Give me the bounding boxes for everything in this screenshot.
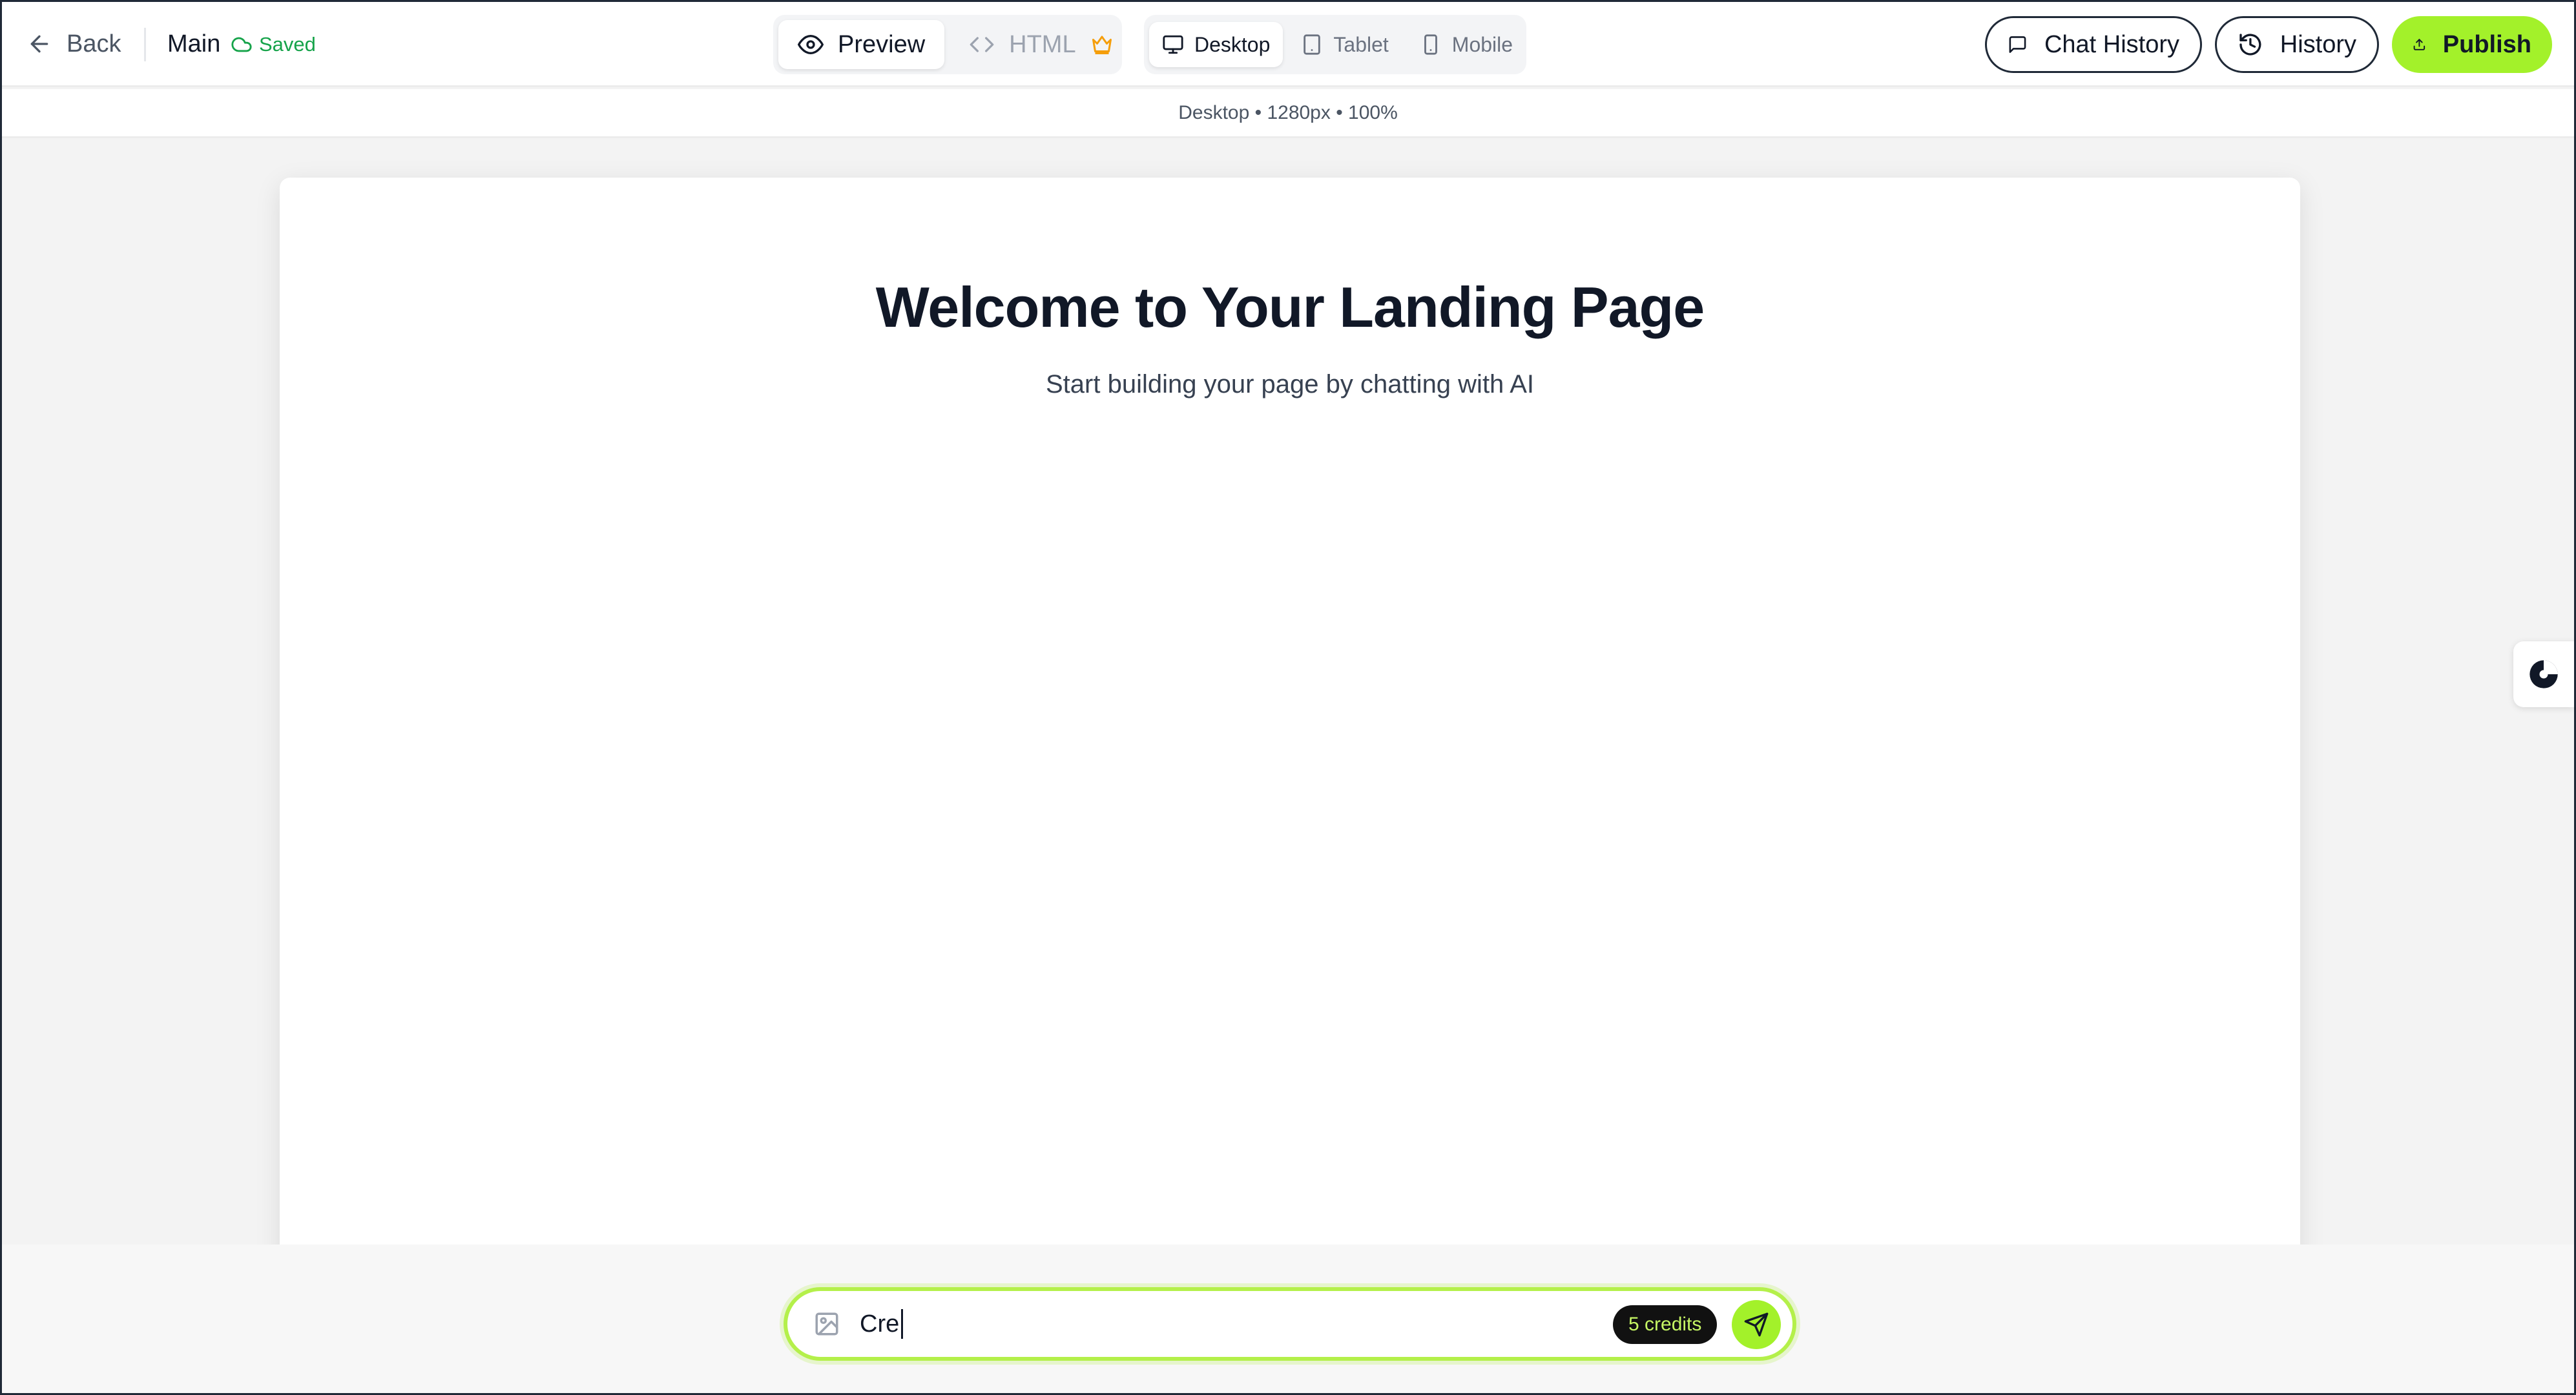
back-label: Back [67, 30, 121, 57]
send-icon [1744, 1312, 1769, 1337]
app-window: Back Main Saved Preview HTML Desktop Tab… [0, 0, 2576, 1395]
text-caret [901, 1309, 903, 1339]
device-toggle: Desktop Tablet Mobile [1144, 15, 1526, 74]
publish-button[interactable]: Publish [2392, 16, 2552, 73]
send-button[interactable] [1732, 1300, 1781, 1349]
hero-title: Welcome to Your Landing Page [875, 275, 1705, 339]
html-tab[interactable]: HTML [950, 20, 1132, 69]
preview-label: Preview [838, 30, 926, 58]
chat-history-button[interactable]: Chat History [1985, 16, 2202, 73]
upload-icon [2413, 39, 2425, 50]
viewport-info: Desktop • 1280px • 100% [2, 89, 2574, 138]
back-button[interactable]: Back [26, 25, 121, 63]
view-toggle: Preview HTML [773, 15, 1122, 74]
arrow-left-icon [30, 35, 48, 53]
monitor-icon [1163, 35, 1183, 54]
chat-composer: 5 credits [784, 1287, 1796, 1361]
desktop-label: Desktop [1194, 32, 1271, 56]
divider [144, 28, 146, 61]
tablet-label: Tablet [1333, 32, 1389, 56]
publish-label: Publish [2442, 30, 2531, 58]
save-status: Saved [231, 28, 316, 61]
tablet-icon [1304, 34, 1321, 55]
image-icon[interactable] [813, 1310, 840, 1338]
desktop-tab[interactable]: Desktop [1149, 22, 1283, 67]
side-panel-toggle[interactable] [2513, 641, 2574, 707]
mobile-label: Mobile [1451, 32, 1513, 56]
eye-icon [798, 35, 824, 55]
chat-input[interactable] [860, 1303, 1674, 1345]
page-title: Main [167, 30, 221, 57]
pie-chart-icon [2529, 660, 2558, 688]
phone-icon [1424, 34, 1437, 55]
hero-subtitle: Start building your page by chatting wit… [1045, 370, 1534, 398]
credits-badge: 5 credits [1613, 1305, 1718, 1344]
history-button[interactable]: History [2215, 16, 2379, 73]
preview-tab[interactable]: Preview [778, 20, 945, 69]
history-label: History [2280, 30, 2356, 58]
cloud-icon [231, 37, 252, 52]
history-icon [2239, 34, 2261, 56]
html-label: HTML [1009, 30, 1076, 58]
chat-bar-area: 5 credits [2, 1245, 2574, 1393]
preview-canvas[interactable]: Welcome to Your Landing Page Start build… [280, 178, 2300, 1276]
message-square-icon [2009, 36, 2026, 53]
mobile-tab[interactable]: Mobile [1407, 22, 1526, 67]
code-icon [970, 37, 994, 52]
save-status-label: Saved [259, 33, 316, 56]
chat-history-label: Chat History [2044, 30, 2179, 58]
top-bar: Back Main Saved Preview HTML Desktop Tab… [2, 2, 2574, 87]
crown-icon [1092, 36, 1112, 54]
tablet-tab[interactable]: Tablet [1288, 22, 1401, 67]
